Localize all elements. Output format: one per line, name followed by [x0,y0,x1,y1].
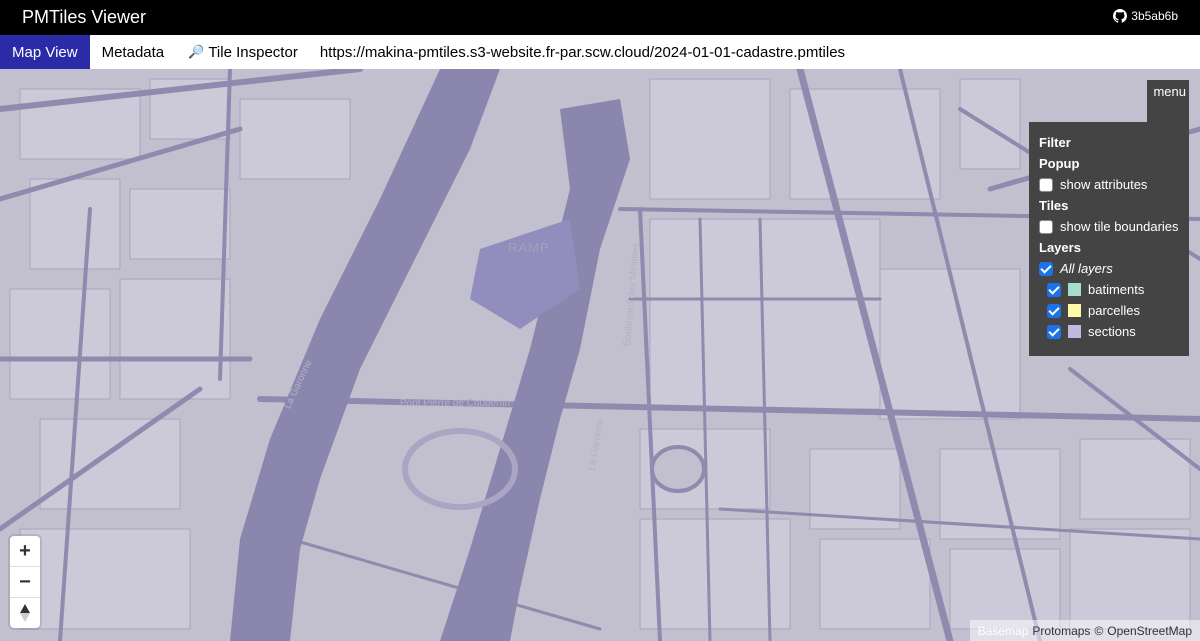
map-attribution: Basemap Protomaps © OpenStreetMap [969,620,1200,641]
show-tile-boundaries-checkbox[interactable] [1039,219,1053,234]
layer-parcelles-option[interactable]: parcelles [1039,300,1189,321]
attribution-basemap: Basemap [977,623,1029,638]
compass-icon [20,604,30,622]
tab-bar: Map View Metadata 🔎 Tile Inspector [0,35,1200,69]
version-label: 3b5ab6b [1131,9,1178,23]
all-layers-option[interactable]: All layers [1039,258,1189,279]
show-attributes-label: show attributes [1060,177,1148,192]
map-canvas[interactable]: RAMP La Garonne La Garonne Pont Pierre d… [0,69,1200,641]
layer-sections-label: sections [1088,324,1136,339]
layer-batiments-swatch [1068,283,1081,296]
show-attributes-checkbox[interactable] [1039,177,1053,192]
menu-panel: Filter Popup show attributes Tiles show … [1029,122,1189,356]
all-layers-checkbox[interactable] [1039,261,1053,276]
map-label-ramp: RAMP [508,240,550,255]
pmtiles-url-input[interactable] [319,35,880,69]
attribution-copyright: © [1094,623,1104,638]
layer-sections-option[interactable]: sections [1039,321,1189,342]
reset-bearing-button[interactable] [10,597,40,628]
menu-toggle-button[interactable]: menu [1147,80,1189,122]
tiles-heading: Tiles [1039,198,1069,213]
tab-metadata-label: Metadata [101,43,165,61]
tab-tile-inspector-label: Tile Inspector [208,43,298,61]
top-bar: PMTiles Viewer 3b5ab6b [0,0,1200,35]
layer-batiments-option[interactable]: batiments [1039,279,1189,300]
attribution-osm-link[interactable]: OpenStreetMap [1107,624,1192,638]
basemap [0,69,1200,641]
layers-heading: Layers [1039,240,1081,255]
tab-metadata[interactable]: Metadata [90,35,177,69]
tab-tile-inspector[interactable]: 🔎 Tile Inspector [176,35,310,69]
layer-parcelles-label: parcelles [1088,303,1141,318]
zoom-in-button[interactable]: + [10,536,40,566]
magnifier-icon: 🔎 [188,44,205,59]
app-title: PMTiles Viewer [22,7,147,27]
layer-sections-swatch [1068,325,1081,338]
zoom-out-button[interactable]: − [10,566,40,597]
popup-heading: Popup [1039,156,1080,171]
layer-parcelles-swatch [1068,304,1081,317]
github-icon [1113,9,1128,23]
filter-heading: Filter [1039,135,1071,150]
layer-parcelles-checkbox[interactable] [1047,303,1061,318]
show-tile-boundaries-label: show tile boundaries [1060,219,1179,234]
show-tile-boundaries-option[interactable]: show tile boundaries [1039,216,1189,237]
zoom-control: + − [10,536,40,628]
layer-sections-checkbox[interactable] [1047,324,1061,339]
repo-link[interactable]: 3b5ab6b [1113,9,1178,23]
map-label-bridge: Pont Pierre de Coubertin [400,398,511,409]
layer-batiments-checkbox[interactable] [1047,282,1061,297]
all-layers-label: All layers [1060,261,1113,276]
tab-map-view[interactable]: Map View [0,35,90,69]
tab-map-view-label: Map View [12,43,78,61]
attribution-protomaps-link[interactable]: Protomaps [1032,624,1090,638]
layer-batiments-label: batiments [1088,282,1145,297]
show-attributes-option[interactable]: show attributes [1039,174,1189,195]
